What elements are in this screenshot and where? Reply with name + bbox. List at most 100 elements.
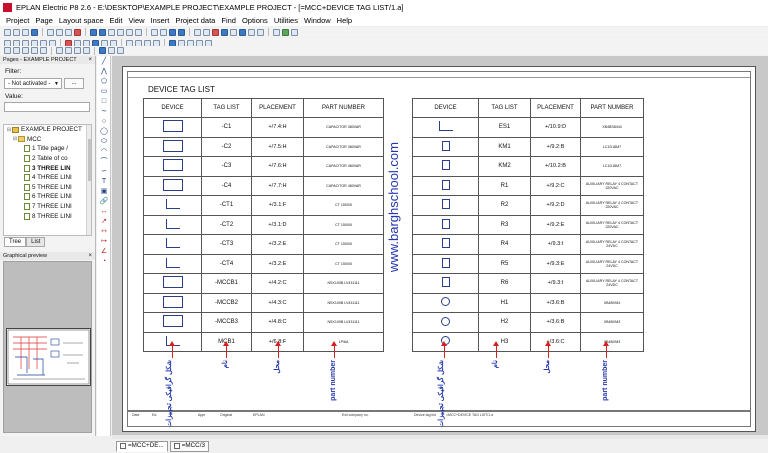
curve-icon[interactable]: ∼ (99, 108, 109, 116)
preview-panel-title: Graphical preview (3, 253, 48, 259)
tree-item-page[interactable]: 5 THREE LINI (4, 183, 91, 193)
zoom-window-icon[interactable] (117, 28, 124, 36)
image-icon[interactable]: ▣ (99, 188, 109, 196)
copy-icon[interactable] (56, 28, 63, 36)
open-icon[interactable] (13, 28, 20, 36)
square-icon[interactable]: □ (99, 98, 109, 106)
tree-item-page[interactable]: 2 Table of co (4, 154, 91, 164)
text-icon[interactable]: T (99, 178, 109, 186)
hyperlink-icon[interactable]: 🔗 (99, 198, 109, 206)
filter-select[interactable]: - Not activated - ▼ (4, 78, 62, 89)
paste-icon[interactable] (65, 28, 72, 36)
tree-item-project[interactable]: ⊟ EXAMPLE PROJECT (4, 125, 91, 135)
save-icon[interactable] (22, 28, 29, 36)
dimension-angle-icon[interactable]: ∠ (99, 248, 109, 256)
macro-icon[interactable] (239, 28, 246, 36)
drawing-canvas[interactable]: DEVICE TAG LIST DEVICE TAG LIST PLACEMEN… (112, 56, 768, 435)
align-center-icon[interactable] (13, 47, 20, 54)
spline-icon[interactable]: ∽ (99, 168, 109, 176)
mirror-icon[interactable] (65, 47, 72, 54)
menu-project-data[interactable]: Project data (172, 16, 218, 25)
zoom-icon[interactable] (108, 28, 115, 36)
tree-item-page[interactable]: 1 Title page / (4, 144, 91, 154)
tab-list[interactable]: List (26, 237, 46, 247)
placement-cell: +/9.3:I (530, 234, 581, 255)
group-icon[interactable] (74, 47, 81, 54)
new-icon[interactable] (4, 28, 11, 36)
redo-icon[interactable] (99, 28, 106, 36)
ellipse-icon[interactable]: ⬭ (99, 138, 109, 146)
dimension-aligned-icon[interactable]: ↗ (99, 218, 109, 226)
cut-icon[interactable] (47, 28, 54, 36)
menu-find[interactable]: Find (218, 16, 239, 25)
polygon-icon[interactable]: ⬠ (99, 78, 109, 86)
polyline-icon[interactable]: ⋀ (99, 68, 109, 76)
page-next-icon[interactable] (160, 28, 167, 36)
close-icon[interactable]: × (88, 252, 92, 260)
layer-icon[interactable] (230, 28, 237, 36)
dimension-radius-icon[interactable]: ◔ (99, 258, 109, 266)
menu-project[interactable]: Project (3, 16, 32, 25)
tree-item-page[interactable]: 7 THREE LINI (4, 202, 91, 212)
tree-item-page[interactable]: 8 THREE LINI (4, 211, 91, 221)
tree-item-page-selected[interactable]: 3 THREE LIN (4, 163, 91, 173)
tree-item-page[interactable]: 6 THREE LINI (4, 192, 91, 202)
input-icon[interactable] (221, 28, 228, 36)
align-top-icon[interactable] (31, 47, 38, 54)
menu-edit[interactable]: Edit (107, 16, 126, 25)
tree-item-page[interactable]: 4 THREE LINI (4, 173, 91, 183)
circle-icon[interactable]: ○ (99, 118, 109, 126)
zoom-all-icon[interactable] (126, 28, 133, 36)
snap-icon[interactable] (203, 28, 210, 36)
rotate-icon[interactable] (56, 47, 63, 54)
print-icon[interactable] (31, 28, 38, 36)
align-left-icon[interactable] (4, 47, 11, 54)
line-icon[interactable]: ╱ (99, 58, 109, 66)
arc-3pt-icon[interactable]: ⌒ (99, 158, 109, 166)
align-bottom-icon[interactable] (40, 47, 47, 54)
menu-insert[interactable]: Insert (148, 16, 173, 25)
page-tab-device-tag-list[interactable]: =MCC+DE... (116, 440, 168, 452)
menu-page[interactable]: Page (32, 16, 56, 25)
arc-icon[interactable]: ◠ (99, 148, 109, 156)
format-icon[interactable] (108, 47, 115, 54)
filter-options-button[interactable]: ... (64, 78, 84, 89)
menu-layout-space[interactable]: Layout space (56, 16, 107, 25)
tree-item-mcc[interactable]: ⊟ MCC (4, 135, 91, 145)
close-icon[interactable]: × (88, 56, 92, 64)
tab-tree[interactable]: Tree (4, 237, 27, 247)
page-prev-icon[interactable] (151, 28, 158, 36)
breaker-symbol-icon (162, 295, 183, 308)
value-input[interactable] (4, 102, 90, 112)
align-right-icon[interactable] (22, 47, 29, 54)
ungroup-icon[interactable] (83, 47, 90, 54)
ortho-icon[interactable] (212, 28, 219, 36)
settings-icon[interactable] (273, 28, 280, 36)
menu-help[interactable]: Help (334, 16, 355, 25)
grid-icon[interactable] (194, 28, 201, 36)
connection-icon[interactable] (257, 28, 264, 36)
hatch-icon[interactable] (117, 47, 124, 54)
scrollbar-thumb[interactable] (88, 139, 91, 181)
menu-options[interactable]: Options (239, 16, 271, 25)
list-icon[interactable] (248, 28, 255, 36)
dimension-baseline-icon[interactable]: ↦ (99, 238, 109, 246)
dimension-chain-icon[interactable]: ⇿ (99, 228, 109, 236)
menu-window[interactable]: Window (301, 16, 334, 25)
tree-scrollbar[interactable] (86, 125, 91, 235)
page-tab-mcc-3[interactable]: =MCC/3 (169, 440, 209, 452)
circle-center-icon[interactable]: ◯ (99, 128, 109, 136)
forward-icon[interactable] (178, 28, 185, 36)
undo-icon[interactable] (90, 28, 97, 36)
page-thumbnail[interactable] (6, 328, 91, 386)
delete-icon[interactable] (74, 28, 81, 36)
refresh-icon[interactable] (135, 28, 142, 36)
properties-icon[interactable] (99, 47, 106, 54)
help-icon[interactable] (291, 28, 298, 36)
dimension-linear-icon[interactable]: ↔ (99, 208, 109, 216)
back-icon[interactable] (169, 28, 176, 36)
update-icon[interactable] (282, 28, 289, 36)
rectangle-icon[interactable]: ▭ (99, 88, 109, 96)
menu-utilities[interactable]: Utilities (271, 16, 301, 25)
menu-view[interactable]: View (125, 16, 147, 25)
